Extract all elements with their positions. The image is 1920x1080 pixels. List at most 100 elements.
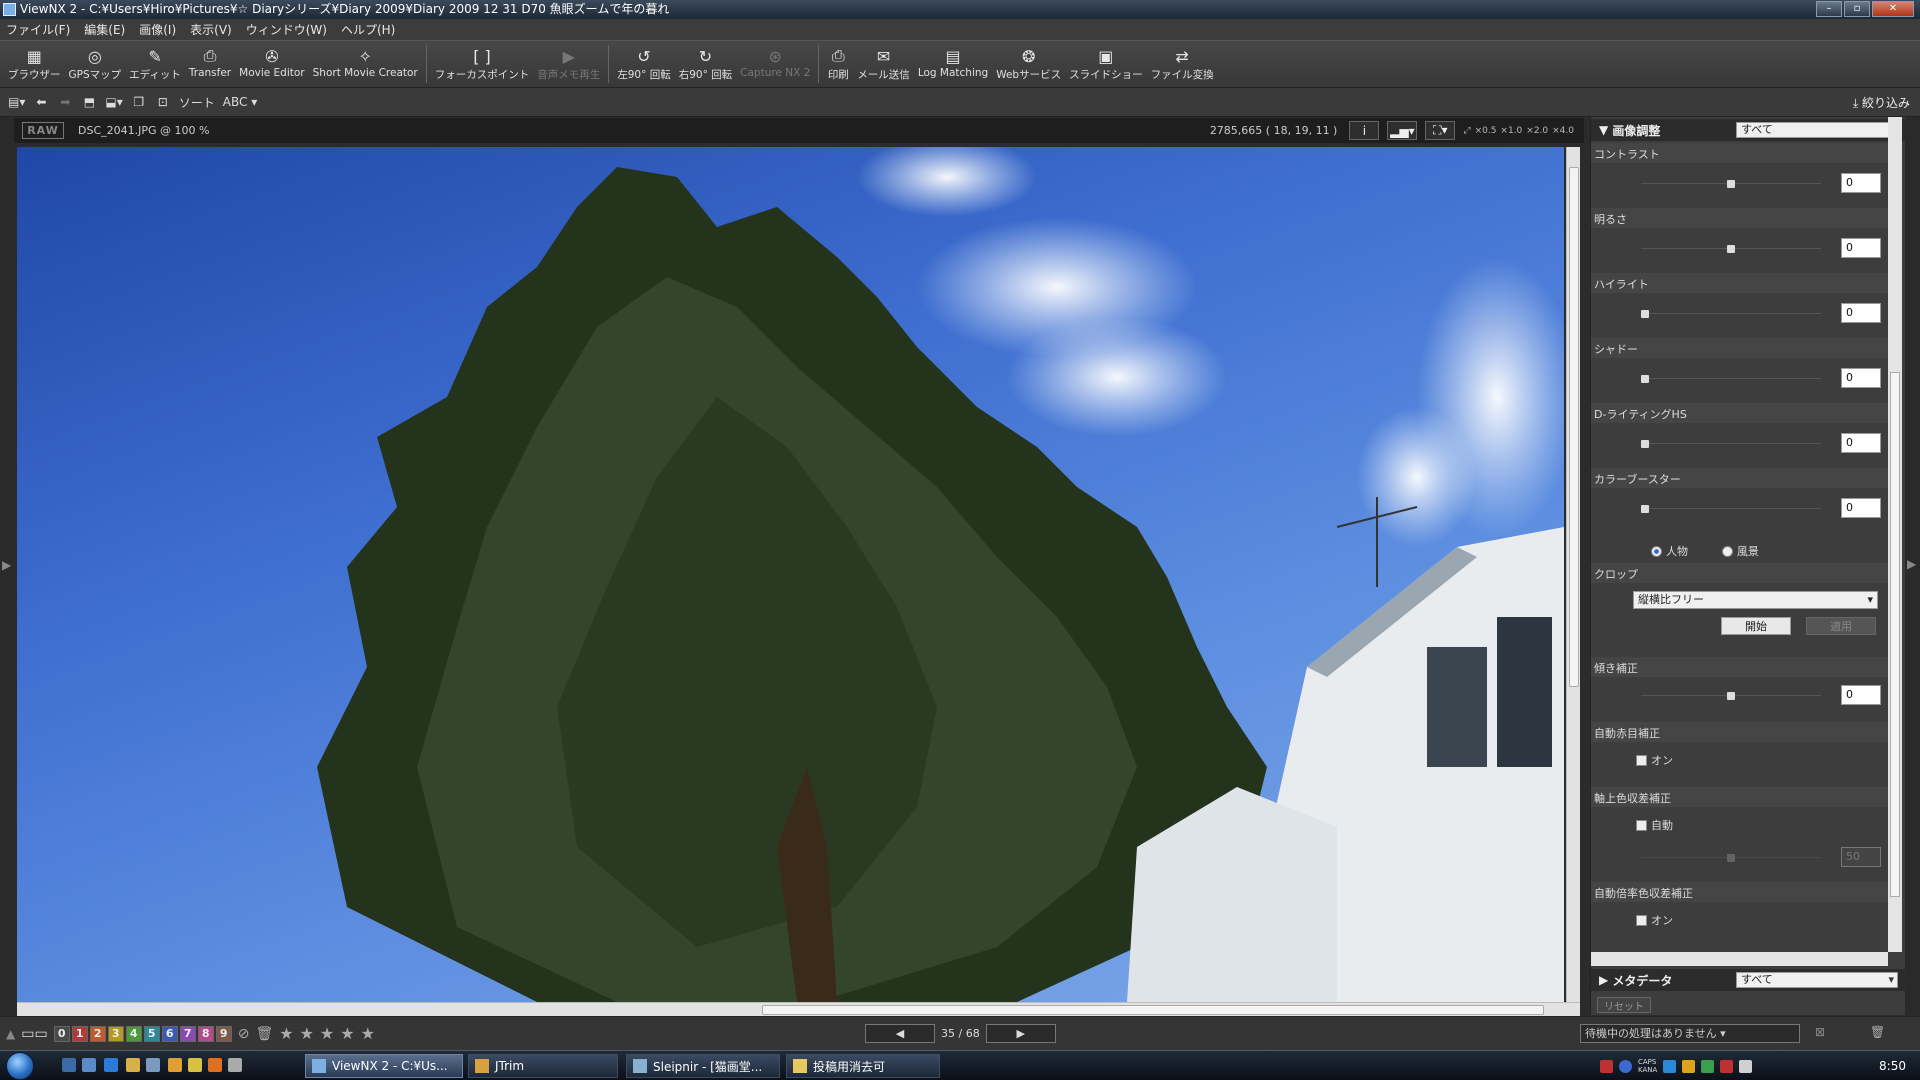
task-sleipnir[interactable]: Sleipnir - [猫画堂...	[626, 1054, 780, 1078]
crop-start-button[interactable]: 開始	[1721, 617, 1791, 635]
tilt-value[interactable]: 0	[1841, 685, 1881, 705]
toolbar-slideshow-button[interactable]: ▣ スライドショー	[1065, 41, 1147, 88]
chrome-icon[interactable]	[168, 1058, 182, 1072]
trash-icon[interactable]: 🗑	[255, 1026, 273, 1042]
media-icon[interactable]	[188, 1058, 202, 1072]
adjust-value[interactable]: 0	[1841, 498, 1881, 518]
adjust-value[interactable]: 0	[1841, 173, 1881, 193]
next-image-button[interactable]: ▶	[985, 1024, 1056, 1043]
adjust-value[interactable]: 0	[1841, 303, 1881, 323]
toolbar-log-matching-button[interactable]: ▤ Log Matching	[914, 41, 992, 88]
folder-up-icon[interactable]: ⬒	[81, 94, 97, 110]
label-0[interactable]: 0	[53, 1025, 70, 1042]
rating-star-icon[interactable]: ★	[300, 1024, 314, 1043]
menu-file[interactable]: ファイル(F)	[6, 21, 70, 38]
label-4[interactable]: 4	[125, 1025, 142, 1042]
menu-window[interactable]: ウィンドウ(W)	[246, 21, 327, 38]
help-icon[interactable]	[1619, 1059, 1632, 1073]
label-3[interactable]: 3	[107, 1025, 124, 1042]
cancel-process-icon[interactable]: ⊠	[1815, 1025, 1825, 1039]
narrow-down-button[interactable]: ⤓ 絞り込み	[1853, 94, 1910, 111]
redeye-checkbox[interactable]: オン	[1636, 752, 1673, 768]
label-9[interactable]: 9	[215, 1025, 232, 1042]
toolbar-gps-map-button[interactable]: ◎ GPSマップ	[65, 41, 126, 88]
lateral-checkbox[interactable]: オン	[1636, 912, 1673, 928]
forward-arrow-icon[interactable]: ➡	[57, 94, 73, 110]
adjust-value[interactable]: 0	[1841, 368, 1881, 388]
folder-icon[interactable]: ⬓▾	[105, 94, 122, 110]
toolbar-transfer-button[interactable]: ⎙ Transfer	[185, 41, 235, 88]
menu-image[interactable]: 画像(I)	[139, 21, 176, 38]
adjust-slider[interactable]	[1641, 310, 1821, 318]
adjust-value[interactable]: 0	[1841, 433, 1881, 453]
adjust-slider[interactable]	[1641, 180, 1821, 188]
photo-viewer[interactable]	[17, 147, 1564, 1002]
rating-star-icon[interactable]: ★	[340, 1024, 354, 1043]
expand-right-icon[interactable]: ▶	[1907, 557, 1916, 571]
slider-knob[interactable]	[1641, 440, 1649, 448]
metadata-filter-dropdown[interactable]: すべて	[1736, 972, 1898, 988]
internet-explorer-icon[interactable]	[104, 1058, 118, 1072]
axial-value[interactable]: 50	[1841, 847, 1881, 867]
menu-help[interactable]: ヘルプ(H)	[341, 21, 395, 38]
menu-edit[interactable]: 編集(E)	[84, 21, 125, 38]
zoom-slider[interactable]: ⤢ ×0.5 ×1.0 ×2.0 ×4.0	[1463, 126, 1574, 136]
adjust-filter-dropdown[interactable]: すべて	[1736, 122, 1898, 138]
clear-icon[interactable]: 🗑	[1870, 1025, 1885, 1039]
quicklaunch-icon[interactable]	[146, 1058, 160, 1072]
label-1[interactable]: 1	[71, 1025, 88, 1042]
label-6[interactable]: 6	[161, 1025, 178, 1042]
slider-knob[interactable]	[1727, 245, 1735, 253]
no-rating-icon[interactable]: ⊘	[238, 1026, 250, 1042]
axial-auto-checkbox[interactable]: 自動	[1636, 817, 1673, 833]
adjust-value[interactable]: 0	[1841, 238, 1881, 258]
sort-dropdown[interactable]: ABC ▾	[223, 95, 257, 109]
zoom-1-0[interactable]: ×1.0	[1500, 126, 1522, 136]
toolbar-mail-button[interactable]: ✉ メール送信	[853, 41, 914, 88]
task-folder[interactable]: 投稿用消去可	[786, 1054, 940, 1078]
explorer-icon[interactable]	[126, 1058, 140, 1072]
toolbar-browser-button[interactable]: ▦ ブラウザー	[4, 41, 65, 88]
toolbar-file-convert-button[interactable]: ⇄ ファイル変換	[1147, 41, 1218, 88]
radio-person[interactable]: 人物	[1651, 543, 1688, 559]
scroll-thumb[interactable]	[1890, 372, 1900, 897]
scroll-thumb[interactable]	[1569, 167, 1579, 687]
volume-icon[interactable]	[1739, 1059, 1753, 1073]
maximize-button[interactable]: ▫	[1844, 1, 1870, 17]
zoom-4-0[interactable]: ×4.0	[1552, 126, 1574, 136]
toolbar-voice-memo-button[interactable]: ▶ 音声メモ再生	[533, 41, 604, 88]
reset-button[interactable]: リセット	[1597, 997, 1651, 1013]
close-button[interactable]: ✕	[1872, 1, 1914, 17]
back-arrow-icon[interactable]: ⬅	[33, 94, 49, 110]
menu-view[interactable]: 表示(V)	[190, 21, 232, 38]
slider-knob[interactable]	[1727, 180, 1735, 188]
security-icon[interactable]	[1701, 1059, 1715, 1073]
toolbar-focus-point-button[interactable]: [ ] フォーカスポイント	[431, 41, 534, 88]
image-adjust-header[interactable]: ▼ 画像調整 すべて	[1591, 119, 1906, 141]
label-2[interactable]: 2	[89, 1025, 106, 1042]
toolbar-short-movie-creator-button[interactable]: ✧ Short Movie Creator	[309, 41, 422, 88]
minimize-button[interactable]: –	[1816, 1, 1842, 17]
lock-icon[interactable]: ⊡	[155, 94, 171, 110]
slider-knob[interactable]	[1641, 310, 1649, 318]
toolbar-web-service-button[interactable]: ❂ Webサービス	[992, 41, 1065, 88]
slider-knob[interactable]	[1641, 375, 1649, 383]
panel-vertical-scrollbar[interactable]	[1888, 117, 1902, 952]
adjust-slider[interactable]	[1641, 505, 1821, 513]
toolbar-print-button[interactable]: ⎙ 印刷	[823, 41, 853, 88]
show-desktop-icon[interactable]	[62, 1058, 76, 1072]
tray-app-icon[interactable]	[1600, 1059, 1613, 1073]
rating-star-icon[interactable]: ★	[320, 1024, 334, 1043]
app-icon[interactable]	[228, 1058, 242, 1072]
adjust-slider[interactable]	[1641, 245, 1821, 253]
label-7[interactable]: 7	[179, 1025, 196, 1042]
task-jtrim[interactable]: JTrim	[468, 1054, 618, 1078]
metadata-header[interactable]: ▶ メタデータ すべて	[1591, 969, 1906, 991]
info-button[interactable]: i	[1349, 121, 1380, 140]
processing-status-dropdown[interactable]: 待機中の処理はありません ▾	[1580, 1024, 1800, 1043]
axial-slider[interactable]	[1641, 854, 1821, 862]
adjust-slider[interactable]	[1641, 440, 1821, 448]
filmstrip-icon[interactable]: ▭▭	[21, 1026, 47, 1042]
crop-ratio-dropdown[interactable]: 縦横比フリー ▾	[1633, 591, 1878, 609]
rating-star-icon[interactable]: ★	[279, 1024, 293, 1043]
